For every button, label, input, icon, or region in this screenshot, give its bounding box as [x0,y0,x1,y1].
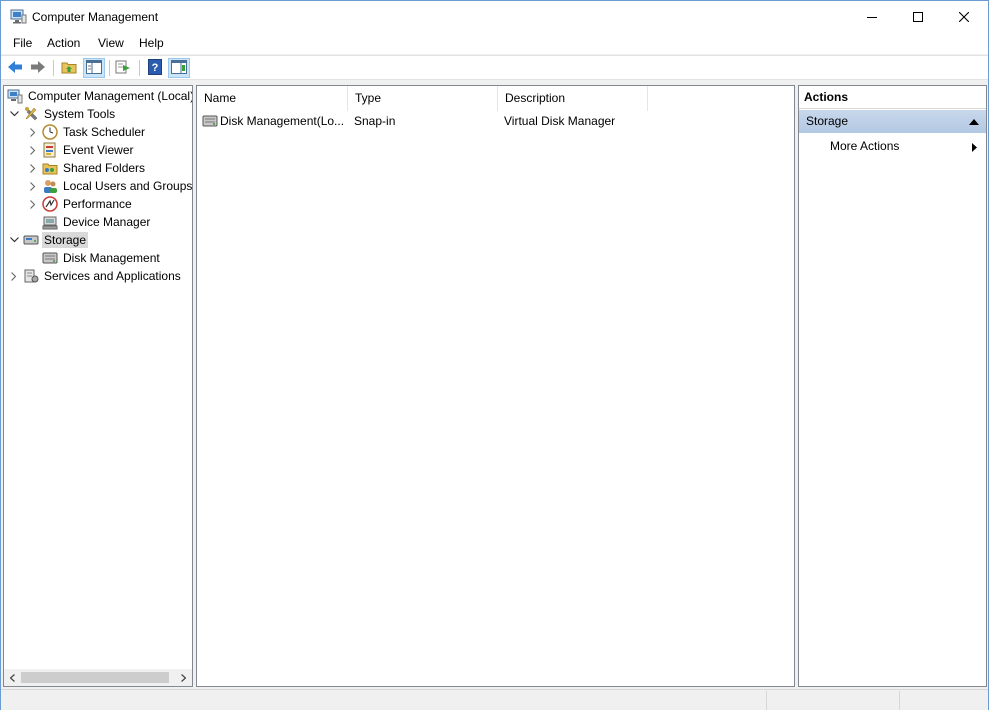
toolbar-separator [53,60,54,76]
tree-item-storage[interactable]: Storage [8,231,89,249]
chevron-right-icon[interactable] [27,159,39,177]
help-button[interactable]: ? [146,58,164,78]
up-folder-icon [61,60,77,77]
cell-type: Snap-in [354,114,396,128]
export-list-button[interactable] [114,59,132,77]
submenu-arrow-icon [972,141,977,155]
storage-icon [23,232,39,248]
disk-management-icon [202,113,218,132]
tree-item-local-users-groups[interactable]: Local Users and Groups [27,177,193,195]
actions-group-label: Storage [806,114,849,128]
tree-label: Disk Management [63,251,160,265]
cell-name: Disk Management(Lo... [220,114,345,128]
back-button[interactable] [6,59,24,77]
menu-file[interactable]: File [11,36,34,50]
svg-text:?: ? [152,62,159,74]
tree-item-task-scheduler[interactable]: Task Scheduler [27,123,147,141]
column-header-description[interactable]: Description [498,86,648,111]
show-hide-action-pane-icon [171,59,187,77]
tools-icon [23,106,39,122]
tree-label: Task Scheduler [63,125,146,139]
chevron-right-icon[interactable] [27,177,39,195]
minimize-button[interactable] [849,1,895,33]
tree-item-device-manager[interactable]: Device Manager [42,213,152,231]
tree-label: Storage [42,232,89,248]
tree-item-system-tools[interactable]: System Tools [8,105,117,123]
tree-label: Computer Management (Local) [28,89,193,103]
title-bar[interactable]: Computer Management [1,1,988,33]
show-hide-tree-icon [86,59,102,77]
maximize-button[interactable] [895,1,941,33]
actions-group-storage[interactable]: Storage [799,110,986,133]
chevron-down-icon[interactable] [8,105,20,123]
status-segment [766,691,899,710]
tree-item-event-viewer[interactable]: Event Viewer [27,141,135,159]
chevron-right-icon[interactable] [27,123,39,141]
chevron-down-icon[interactable] [8,231,20,249]
disk-management-icon [42,250,58,266]
up-one-level-button[interactable] [60,59,78,77]
scrollbar-thumb[interactable] [21,672,169,683]
toolbar-separator [139,60,140,76]
actions-pane: Actions Storage More Actions [798,85,987,687]
help-icon: ? [148,58,162,78]
list-header: Name Type Description [197,86,794,111]
menu-view[interactable]: View [96,36,126,50]
list-item[interactable]: Disk Management(Lo... Snap-in Virtual Di… [197,111,794,131]
shared-folder-icon [42,160,58,176]
forward-icon [30,60,46,77]
console-tree[interactable]: Computer Management (Local) System Tools… [3,85,193,687]
tree-label: Shared Folders [63,161,146,175]
tree-item-services-applications[interactable]: Services and Applications [8,267,183,285]
cell-description: Virtual Disk Manager [504,114,616,128]
tree-label: Services and Applications [44,269,181,283]
tree-item-performance[interactable]: Performance [27,195,134,213]
export-list-icon [115,60,131,77]
window-title: Computer Management [32,10,159,24]
clock-icon [42,124,58,140]
show-hide-action-pane-button[interactable] [168,58,190,78]
users-icon [42,178,58,194]
more-actions-item[interactable]: More Actions [830,136,899,156]
back-icon [7,60,23,77]
scroll-right-button[interactable] [175,669,192,686]
services-icon [23,268,39,284]
results-list[interactable]: Name Type Description Disk Management(Lo… [196,85,795,687]
forward-button[interactable] [29,59,47,77]
actions-header: Actions [799,86,986,109]
computer-management-window: Computer Management File Action View Hel… [0,0,989,710]
tree-label: Device Manager [63,215,151,229]
show-hide-console-tree-button[interactable] [83,58,105,78]
scroll-left-button[interactable] [4,669,21,686]
menu-action[interactable]: Action [45,36,82,50]
tree-label: Local Users and Groups [63,179,193,193]
collapse-up-icon[interactable] [969,110,979,133]
computer-management-icon [7,88,23,104]
tree-item-computer-management[interactable]: Computer Management (Local) [7,87,193,105]
tree-label: Event Viewer [63,143,134,157]
tree-label: System Tools [44,107,116,121]
chevron-right-icon[interactable] [27,141,39,159]
computer-management-icon [10,9,27,24]
more-actions-label: More Actions [830,139,900,153]
tree-horizontal-scrollbar[interactable] [4,669,192,686]
menu-bar: File Action View Help [1,33,988,54]
tree-item-disk-management[interactable]: Disk Management [42,249,162,267]
device-manager-icon [42,214,58,230]
status-bar [1,689,988,710]
chevron-right-icon[interactable] [8,267,20,285]
event-viewer-icon [42,142,58,158]
toolbar: ? [1,55,988,80]
close-button[interactable] [941,1,987,33]
toolbar-separator [109,60,110,76]
performance-icon [42,196,58,212]
menu-help[interactable]: Help [137,36,166,50]
status-segment [899,691,988,710]
tree-label: Performance [63,197,132,211]
tree-item-shared-folders[interactable]: Shared Folders [27,159,147,177]
column-header-type[interactable]: Type [348,86,498,111]
chevron-right-icon[interactable] [27,195,39,213]
column-header-name[interactable]: Name [197,86,348,111]
